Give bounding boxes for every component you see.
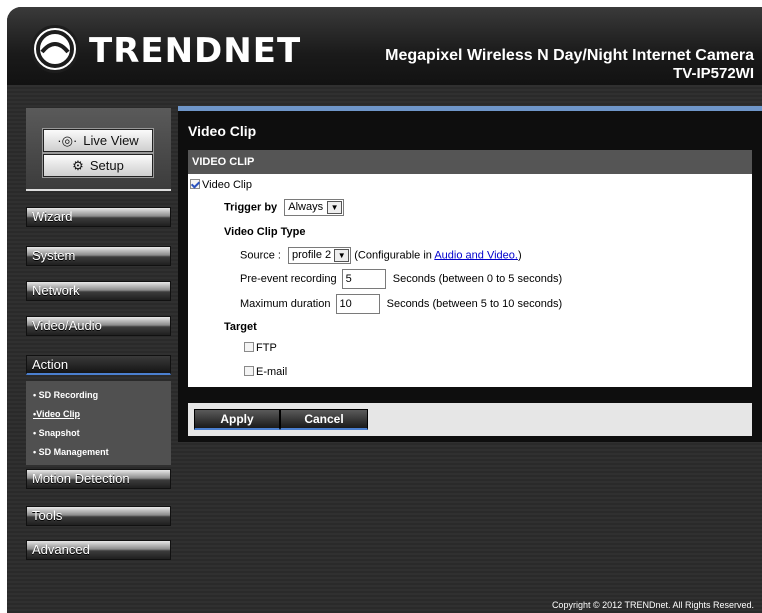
action-submenu: • SD Recording •Video Clip • Snapshot • … xyxy=(26,381,171,465)
email-row: E-mail xyxy=(244,366,287,378)
max-duration-hint: Seconds (between 5 to 10 seconds) xyxy=(386,297,563,310)
email-checkbox[interactable] xyxy=(244,366,254,376)
sidebar-item-wizard[interactable]: Wizard xyxy=(26,207,171,227)
pre-event-hint: Seconds (between 0 to 5 seconds) xyxy=(392,272,563,285)
chevron-down-icon: ▼ xyxy=(334,249,350,262)
chevron-down-icon: ▼ xyxy=(327,201,343,214)
trigger-select-value: Always xyxy=(288,201,324,213)
audio-video-link[interactable]: Audio and Video. xyxy=(434,249,518,261)
section-header: VIDEO CLIP xyxy=(188,150,752,174)
setup-button[interactable]: ⚙ Setup xyxy=(43,154,153,177)
ftp-row: FTP xyxy=(244,342,277,354)
trendnet-logo-icon xyxy=(31,25,79,73)
source-select-value: profile 2 xyxy=(292,249,332,261)
app-frame: TRENDNET Megapixel Wireless N Day/Night … xyxy=(7,7,762,613)
video-clip-form: Video Clip Trigger by Always ▼ Video Cli… xyxy=(188,174,752,387)
setup-label: Setup xyxy=(89,158,124,173)
sidebar-item-system[interactable]: System xyxy=(26,246,171,266)
product-model: TV-IP572WI xyxy=(673,65,754,82)
live-view-button[interactable]: ·◎· Live View xyxy=(43,129,153,152)
main-content: Video Clip VIDEO CLIP Video Clip Trigger… xyxy=(178,106,762,442)
source-row: Source : profile 2 ▼ (Configurable in Au… xyxy=(240,247,522,264)
submenu-sd-recording[interactable]: • SD Recording xyxy=(26,386,171,405)
ftp-label: FTP xyxy=(256,342,277,354)
button-bar: Apply Cancel xyxy=(188,403,752,436)
pre-event-row: Pre-event recording 5 Seconds (between 0… xyxy=(240,269,562,289)
video-clip-checkbox-label: Video Clip xyxy=(202,179,252,191)
copyright-text: Copyright © 2012 TRENDnet. All Rights Re… xyxy=(551,600,754,610)
configurable-suffix: ) xyxy=(517,249,522,262)
live-view-label: Live View xyxy=(83,133,139,148)
source-select[interactable]: profile 2 ▼ xyxy=(288,247,352,264)
sidebar-item-motion-detection[interactable]: Motion Detection xyxy=(26,469,171,489)
sidebar-item-tools[interactable]: Tools xyxy=(26,506,171,526)
pre-event-label: Pre-event recording xyxy=(240,272,337,285)
header: TRENDNET Megapixel Wireless N Day/Night … xyxy=(7,7,762,85)
configurable-prefix: (Configurable in xyxy=(354,249,432,262)
target-label: Target xyxy=(224,321,257,333)
gear-icon: ⚙ xyxy=(72,158,84,173)
trigger-label: Trigger by xyxy=(224,201,278,214)
max-duration-input[interactable]: 10 xyxy=(335,294,380,314)
brand-logo-text: TRENDNET xyxy=(89,31,302,71)
apply-button[interactable]: Apply xyxy=(194,409,280,430)
sidebar-item-advanced[interactable]: Advanced xyxy=(26,540,171,560)
source-label: Source : xyxy=(240,249,281,262)
sidebar-item-network[interactable]: Network xyxy=(26,281,171,301)
submenu-video-clip[interactable]: •Video Clip xyxy=(26,405,171,424)
trigger-row: Trigger by Always ▼ xyxy=(224,199,345,216)
trigger-select[interactable]: Always ▼ xyxy=(284,199,345,216)
video-clip-enable-row: Video Clip xyxy=(190,179,252,191)
email-label: E-mail xyxy=(256,366,288,378)
cancel-button[interactable]: Cancel xyxy=(280,409,368,430)
submenu-sd-management[interactable]: • SD Management xyxy=(26,443,171,462)
submenu-snapshot[interactable]: • Snapshot xyxy=(26,424,171,443)
product-title: Megapixel Wireless N Day/Night Internet … xyxy=(385,47,754,83)
ftp-checkbox[interactable] xyxy=(244,342,254,352)
clip-type-label: Video Clip Type xyxy=(224,226,306,238)
max-duration-row: Maximum duration 10 Seconds (between 5 t… xyxy=(240,294,562,314)
live-view-icon: ·◎· xyxy=(57,133,78,148)
page-title: Video Clip xyxy=(188,123,257,139)
sidebar-item-video-audio[interactable]: Video/Audio xyxy=(26,316,171,336)
sidebar-item-action[interactable]: Action xyxy=(26,355,171,375)
product-name: Megapixel Wireless N Day/Night Internet … xyxy=(385,47,754,64)
max-duration-label: Maximum duration xyxy=(240,297,331,310)
pre-event-input[interactable]: 5 xyxy=(341,269,386,289)
video-clip-checkbox[interactable] xyxy=(190,179,200,189)
mode-switch-panel: ·◎· Live View ⚙ Setup xyxy=(26,108,171,191)
